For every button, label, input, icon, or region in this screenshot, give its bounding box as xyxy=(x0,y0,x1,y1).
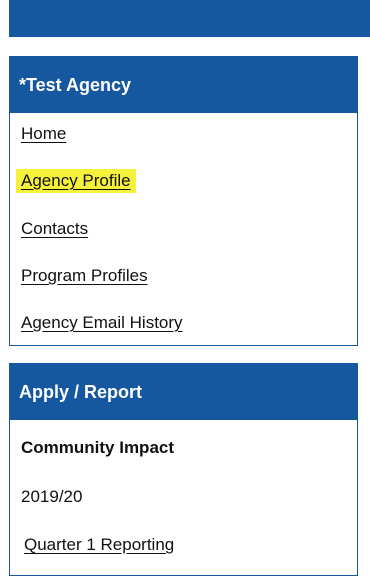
nav-link-program-profiles[interactable]: Program Profiles xyxy=(21,264,148,288)
apply-report-panel: Apply / Report Community Impact 2019/20 … xyxy=(9,363,358,576)
year-label: 2019/20 xyxy=(21,487,83,506)
top-banner xyxy=(9,0,370,37)
nav-link-contacts[interactable]: Contacts xyxy=(21,217,88,241)
apply-panel-title: Apply / Report xyxy=(10,364,357,420)
nav-link-agency-email-history[interactable]: Agency Email History xyxy=(21,311,183,335)
nav-link-home[interactable]: Home xyxy=(21,122,66,146)
section-heading-community-impact: Community Impact xyxy=(21,438,175,457)
agency-nav-panel: *Test Agency Home Agency Profile Contact… xyxy=(9,56,358,346)
agency-panel-title: *Test Agency xyxy=(10,57,357,113)
nav-link-agency-profile[interactable]: Agency Profile xyxy=(16,169,136,193)
nav-link-quarter-1-reporting[interactable]: Quarter 1 Reporting xyxy=(24,533,174,557)
